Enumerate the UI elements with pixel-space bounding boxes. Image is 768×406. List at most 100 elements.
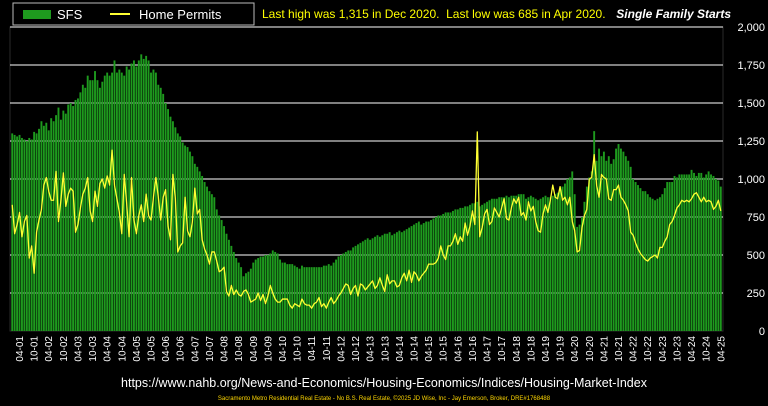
sfs-bar: [615, 148, 618, 331]
sfs-bar: [310, 267, 313, 331]
sfs-bar: [466, 206, 469, 331]
x-tick-label: 10-11: [322, 336, 333, 361]
x-tick-label: 04-18: [512, 336, 523, 362]
sfs-bar: [11, 133, 14, 331]
sfs-bar: [503, 197, 506, 331]
sfs-bar: [308, 267, 311, 331]
sfs-bar: [59, 119, 62, 331]
sfs-bar: [264, 255, 267, 331]
x-tick-label: 10-17: [497, 336, 508, 362]
chart-title: Single Family Starts: [616, 7, 731, 21]
sfs-bar: [549, 197, 552, 331]
sfs-bar: [422, 223, 425, 331]
legend-label-sfs: SFS: [57, 7, 83, 22]
sfs-bar: [627, 160, 630, 331]
x-tick-label: 04-06: [161, 336, 172, 362]
sfs-bar: [179, 136, 182, 331]
sfs-bar: [42, 125, 45, 331]
sfs-bar: [347, 250, 350, 331]
sfs-bar: [510, 195, 513, 331]
sfs-bar: [45, 122, 48, 331]
sfs-bar: [391, 235, 394, 331]
sfs-bar: [325, 265, 328, 331]
sfs-bar: [84, 87, 87, 331]
sfs-bar: [588, 177, 591, 331]
sfs-bar: [644, 191, 647, 331]
sfs-bar: [52, 121, 55, 332]
sfs-bar: [671, 182, 674, 331]
sfs-bar: [500, 197, 503, 331]
sfs-bar: [296, 267, 299, 331]
x-tick-label: 04-14: [395, 336, 406, 362]
sfs-bar: [259, 256, 262, 331]
x-tick-label: 10-05: [147, 336, 158, 362]
sfs-bar: [142, 58, 145, 332]
y-tick-label: 1,500: [737, 98, 765, 110]
sfs-bar: [262, 256, 264, 331]
sfs-bar: [140, 54, 143, 332]
sfs-bar: [171, 121, 174, 332]
sfs-bar: [690, 169, 693, 331]
sfs-bar: [201, 175, 204, 331]
legend-label-permits: Home Permits: [139, 7, 222, 22]
x-tick-label: 04-21: [599, 336, 610, 362]
sfs-bar: [617, 144, 620, 331]
sfs-bar: [196, 166, 199, 331]
sfs-bar: [55, 115, 57, 331]
sfs-bar: [288, 264, 291, 331]
sfs-bar: [456, 209, 459, 331]
sfs-bar: [145, 55, 148, 331]
x-tick-label: 04-07: [190, 336, 201, 362]
sfs-bar: [81, 84, 84, 331]
sfs-bar: [113, 60, 116, 331]
legend-swatch-sfs: [23, 10, 51, 19]
sfs-bar: [546, 197, 549, 331]
y-tick-label: 500: [747, 250, 765, 262]
sfs-bar: [150, 72, 152, 331]
x-tick-label: 04-11: [307, 336, 318, 361]
sfs-bar: [315, 267, 318, 331]
x-tick-label: 10-19: [556, 336, 567, 362]
sfs-bar: [108, 75, 111, 331]
sfs-bar: [274, 251, 277, 331]
sfs-bar: [342, 253, 345, 331]
sfs-bar: [495, 198, 498, 331]
sfs-bar: [247, 271, 250, 331]
sfs-bar: [320, 267, 323, 331]
sfs-bar: [327, 264, 330, 331]
sfs-bar: [154, 72, 157, 331]
legend: SFS Home Permits: [12, 2, 255, 26]
high-low-annotation: Last high was 1,315 in Dec 2020. Last lo…: [262, 7, 606, 21]
x-tick-label: 10-15: [439, 336, 450, 362]
sfs-bar: [357, 244, 359, 331]
sfs-bar: [332, 262, 335, 331]
sfs-bar: [215, 209, 218, 331]
x-tick-label: 04-22: [629, 336, 640, 362]
sfs-bar: [33, 131, 36, 331]
sfs-bar: [649, 197, 652, 331]
source-url: https://www.nahb.org/News-and-Economics/…: [121, 376, 648, 390]
sfs-bar: [654, 200, 656, 331]
sfs-bar: [561, 186, 564, 331]
sfs-bar: [529, 195, 532, 331]
sfs-bar: [486, 201, 488, 331]
sfs-bar: [590, 171, 593, 331]
sfs-bar: [291, 264, 294, 331]
sfs-bar: [666, 182, 669, 331]
sfs-bar: [408, 227, 411, 331]
sfs-bar: [678, 174, 681, 331]
sfs-bar: [539, 198, 542, 331]
x-tick-label: 10-06: [176, 336, 187, 362]
x-tick-label: 04-20: [570, 336, 581, 362]
sfs-bar: [556, 192, 559, 331]
sfs-bar: [335, 259, 338, 331]
sfs-bar: [40, 121, 43, 332]
x-tick-label: 04-03: [73, 336, 84, 362]
sfs-bar: [191, 156, 194, 331]
x-tick-label: 10-14: [409, 336, 420, 362]
sfs-bar: [430, 220, 432, 331]
sfs-bar: [220, 220, 223, 331]
sfs-bar: [537, 200, 540, 331]
sfs-bar: [174, 127, 177, 331]
y-tick-label: 2,000: [737, 22, 765, 34]
